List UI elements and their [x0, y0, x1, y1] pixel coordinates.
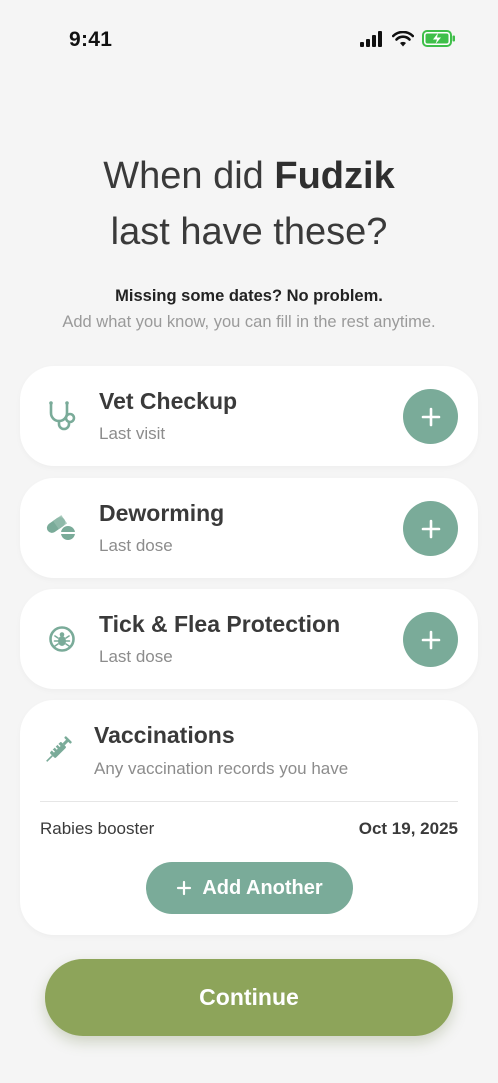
- subtitle-light: Add what you know, you can fill in the r…: [62, 313, 436, 331]
- plus-icon: [421, 630, 440, 649]
- card-title: Tick & Flea Protection: [99, 611, 341, 637]
- add-vet-checkup-button[interactable]: [403, 389, 458, 444]
- syringe-icon: [40, 732, 76, 768]
- status-bar: 9:41: [0, 0, 498, 80]
- card-title: Vaccinations: [94, 722, 235, 748]
- add-tick-flea-button[interactable]: [403, 612, 458, 667]
- add-another-button[interactable]: Add Another: [146, 862, 353, 914]
- add-another-label: Add Another: [202, 876, 323, 899]
- vaccination-record-date[interactable]: Oct 19, 2025: [359, 819, 458, 839]
- pet-name: Fudzik: [274, 155, 395, 197]
- card-title: Vet Checkup: [99, 388, 238, 414]
- plus-icon: [177, 880, 192, 896]
- status-icons: [360, 30, 456, 47]
- status-time: 9:41: [69, 28, 113, 51]
- battery-charging-icon: [422, 30, 455, 47]
- pills-icon: [44, 510, 80, 546]
- wifi-icon: [392, 30, 414, 46]
- card-subtitle: Any vaccination records you have: [94, 759, 349, 778]
- continue-button[interactable]: Continue: [45, 959, 453, 1036]
- card-title: Deworming: [99, 500, 225, 526]
- card-tick-flea: Tick & Flea Protection Last dose: [20, 589, 478, 689]
- card-subtitle: Last dose: [99, 536, 173, 555]
- card-deworming: Deworming Last dose: [20, 478, 478, 578]
- title-line-1: When did Fudzik: [0, 148, 498, 204]
- title-line-2: last have these?: [110, 211, 388, 253]
- cellular-signal-icon: [360, 30, 382, 47]
- continue-label: Continue: [199, 984, 299, 1010]
- plus-icon: [421, 519, 440, 538]
- page-title: When did Fudzik last have these?: [0, 148, 498, 260]
- card-subtitle: Last visit: [99, 424, 166, 443]
- card-vet-checkup: Vet Checkup Last visit: [20, 366, 478, 466]
- divider: [40, 801, 458, 802]
- title-prefix: When did: [103, 155, 275, 197]
- card-vaccinations: Vaccinations Any vaccination records you…: [20, 700, 478, 935]
- stethoscope-icon: [44, 398, 80, 434]
- plus-icon: [421, 407, 440, 426]
- tick-icon: [44, 621, 80, 657]
- card-subtitle: Last dose: [99, 647, 173, 666]
- vaccination-record-name: Rabies booster: [40, 819, 155, 838]
- subtitle-strong: Missing some dates? No problem.: [115, 287, 383, 305]
- add-deworming-button[interactable]: [403, 501, 458, 556]
